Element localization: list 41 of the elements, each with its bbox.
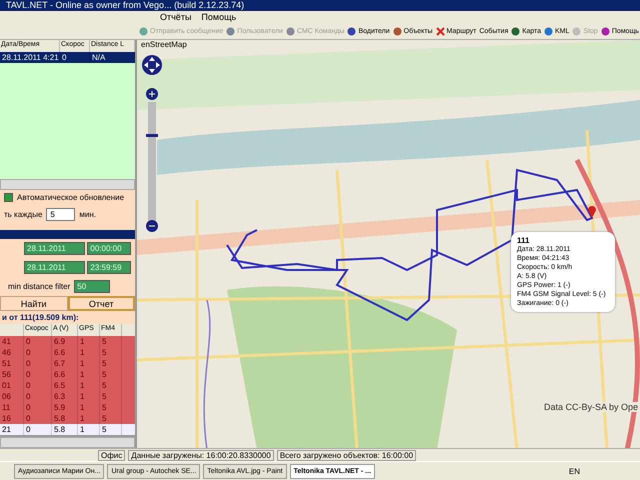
table-row[interactable]: 28.11.2011 4:21 0 N/A	[0, 52, 135, 63]
menu-item[interactable]: Отчёты	[160, 12, 192, 22]
report-summary: и от 111(19.509 km):	[1, 312, 80, 324]
report-button[interactable]: Найти	[0, 296, 68, 311]
checkbox[interactable]	[4, 193, 13, 202]
toolbar-icon	[286, 26, 295, 36]
table-row[interactable]: 16 0 5.8 1 5	[0, 413, 135, 424]
popup-title: 111	[517, 236, 530, 245]
map-pin-icon	[588, 206, 596, 218]
status-field: Данные загружены: 16:00:20.8330000	[128, 450, 274, 460]
table-row[interactable]: 01 0 6.5 1 5	[0, 380, 135, 391]
table-row[interactable]: 21 0 5.8 1 5	[0, 424, 135, 435]
status-field: Всего загружено объектов: 16:00:00	[276, 450, 416, 460]
toolbar-icon	[226, 26, 236, 36]
toolbar-icon	[347, 26, 356, 36]
scrollbar[interactable]	[0, 437, 135, 448]
report-button[interactable]: Отчет	[68, 296, 135, 311]
toolbar-icon	[139, 26, 148, 36]
map-layer-label: enStreetMap	[137, 40, 191, 49]
window-title: TAVL.NET - Online as owner from Vego... (build 2.12.23.74)	[0, 0, 640, 11]
table-row[interactable]: 06 0 6.3 1 5	[0, 391, 135, 402]
language-indicator[interactable]: EN	[568, 466, 580, 476]
table-row[interactable]: 56 0 6.6 1 5	[0, 369, 135, 380]
scrollbar[interactable]	[0, 179, 135, 190]
menu-item[interactable]: Помощь	[201, 12, 236, 22]
map-pan-zoom-control[interactable]	[141, 54, 163, 234]
distance-label: min distance filter	[8, 282, 70, 291]
toolbar-icon	[572, 26, 582, 36]
cross-icon	[436, 26, 445, 36]
table-row[interactable]: 46 0 6.6 1 5	[0, 347, 135, 358]
table-row[interactable]: 51 0 6.7 1 5	[0, 358, 135, 369]
unit-label: мин.	[79, 210, 96, 219]
table-row[interactable]: 41 0 6.9 1 5	[0, 336, 135, 347]
toolbar-icon	[392, 26, 402, 36]
status-field: Офис	[98, 450, 126, 460]
table-row[interactable]: 11 0 5.9 1 5	[0, 402, 135, 413]
interval-spinner[interactable]: 5	[46, 208, 76, 221]
toolbar-icon	[600, 26, 610, 36]
checkbox-label: Автоматическое обновление	[17, 193, 124, 202]
interval-label: ть каждые	[4, 210, 42, 219]
map-attribution: Data CC-By-SA by Ope	[544, 402, 638, 412]
